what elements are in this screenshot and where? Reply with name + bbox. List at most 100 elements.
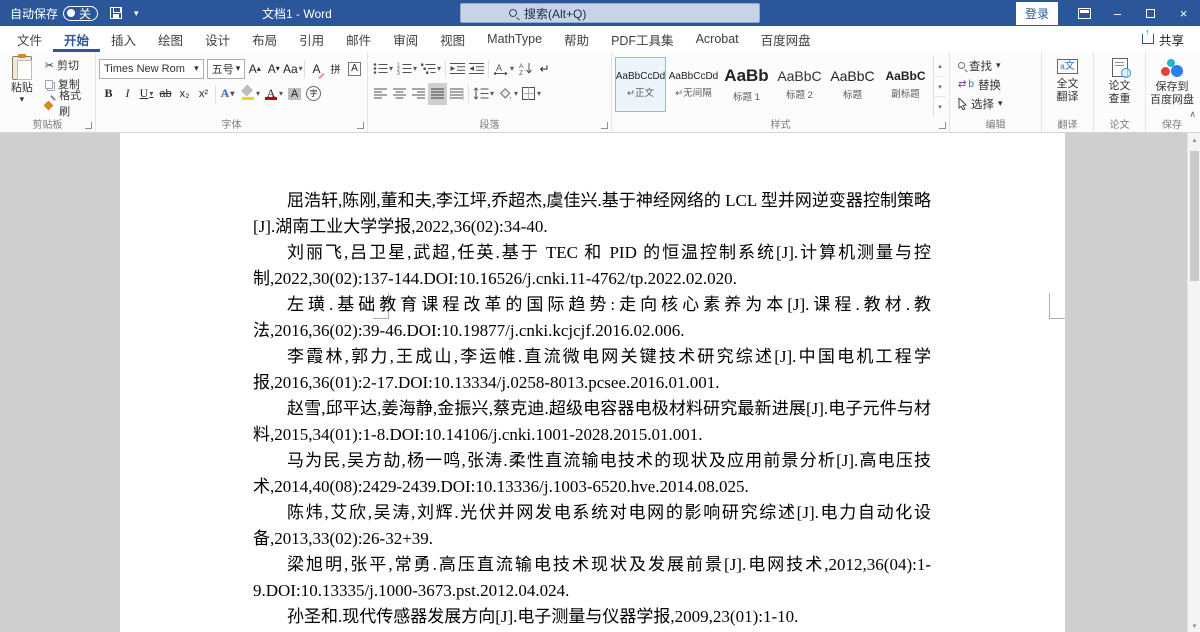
show-hide-marks-button[interactable]: ↵ bbox=[535, 58, 554, 80]
replace-button[interactable]: ⇄b 替换 bbox=[958, 75, 1038, 94]
format-painter-button[interactable]: 格式刷 bbox=[43, 94, 92, 112]
font-name-combobox[interactable]: Times New Rom ▾ bbox=[99, 59, 204, 79]
cut-button[interactable]: ✂ 剪切 bbox=[43, 56, 92, 74]
tab-insert[interactable]: 插入 bbox=[100, 26, 147, 52]
style-no-spacing[interactable]: AaBbCcDd ↵无间隔 bbox=[668, 57, 719, 112]
underline-button[interactable]: U▾ bbox=[137, 83, 156, 105]
vertical-scrollbar[interactable]: ▴ ▾ bbox=[1187, 133, 1200, 632]
subscript-button[interactable]: x₂ bbox=[175, 83, 194, 105]
paper-group-label: 论文 bbox=[1094, 116, 1145, 131]
bold-button[interactable]: B bbox=[99, 83, 118, 105]
sort-button[interactable]: AZ bbox=[516, 58, 535, 80]
style-heading2[interactable]: AaBbC 标题 2 bbox=[774, 57, 825, 112]
text-highlight-button[interactable]: ▾ bbox=[237, 83, 262, 105]
tab-references[interactable]: 引用 bbox=[288, 26, 335, 52]
restore-button[interactable] bbox=[1134, 0, 1167, 26]
style-normal[interactable]: AaBbCcDd ↵正文 bbox=[615, 57, 666, 112]
shrink-font-button[interactable]: A▾ bbox=[264, 58, 283, 80]
tab-acrobat[interactable]: Acrobat bbox=[685, 26, 750, 52]
styles-scroll-down-icon[interactable]: ▾ bbox=[934, 77, 946, 98]
numbering-button[interactable]: 123 ▾ bbox=[395, 58, 419, 80]
paragraph-dialog-launcher-icon[interactable] bbox=[601, 122, 608, 129]
increase-indent-button[interactable] bbox=[467, 58, 486, 80]
tab-mailings[interactable]: 邮件 bbox=[335, 26, 382, 52]
strikethrough-button[interactable]: ab bbox=[156, 83, 175, 105]
styles-scroll-up-icon[interactable]: ▴ bbox=[934, 56, 946, 77]
borders-button[interactable]: ▾ bbox=[520, 83, 543, 105]
clear-formatting-button[interactable]: A bbox=[307, 58, 326, 80]
distribute-button[interactable] bbox=[447, 83, 466, 105]
reference-paragraph[interactable]: 左璜.基础教育课程改革的国际趋势:走向核心素养为本[J].课程.教材.教法,20… bbox=[253, 292, 931, 344]
asian-layout-button[interactable]: A ▾ bbox=[491, 58, 516, 80]
align-right-button[interactable] bbox=[409, 83, 428, 105]
tab-home[interactable]: 开始 bbox=[53, 26, 100, 52]
full-text-translate-button[interactable]: a文 全文 翻译 bbox=[1057, 56, 1079, 117]
qat-customize-chevron-icon[interactable]: ▾ bbox=[134, 9, 139, 18]
enclose-characters-button[interactable]: 字 bbox=[304, 83, 323, 105]
text-effects-button[interactable]: A▾ bbox=[218, 83, 237, 105]
grow-font-button[interactable]: A▴ bbox=[245, 58, 264, 80]
collapse-ribbon-icon[interactable]: ∧ bbox=[1189, 109, 1196, 120]
reference-paragraph[interactable]: 李霞林,郭力,王成山,李运帷.直流微电网关键技术研究综述[J].中国电机工程学报… bbox=[253, 344, 931, 396]
save-to-netdisk-button[interactable]: 保存到 百度网盘 bbox=[1150, 56, 1194, 117]
reference-paragraph[interactable]: 陈炜,艾欣,吴涛,刘辉.光伏并网发电系统对电网的影响研究综述[J].电力自动化设… bbox=[253, 500, 931, 552]
bullets-button[interactable]: ▾ bbox=[371, 58, 395, 80]
document-text[interactable]: 屈浩轩,陈刚,董和夫,李江坪,乔超杰,虞佳兴.基于神经网络的 LCL 型并网逆变… bbox=[253, 188, 931, 630]
font-dialog-launcher-icon[interactable] bbox=[357, 122, 364, 129]
reference-paragraph[interactable]: 屈浩轩,陈刚,董和夫,李江坪,乔超杰,虞佳兴.基于神经网络的 LCL 型并网逆变… bbox=[253, 188, 931, 240]
find-button[interactable]: 查找 ▾ bbox=[958, 56, 1038, 75]
tab-design[interactable]: 设计 bbox=[194, 26, 241, 52]
multilevel-list-button[interactable]: ▾ bbox=[419, 58, 443, 80]
tab-file[interactable]: 文件 bbox=[6, 26, 53, 52]
reference-paragraph[interactable]: 梁旭明,张平,常勇.高压直流输电技术现状及发展前景[J].电网技术,2012,3… bbox=[253, 552, 931, 604]
line-spacing-button[interactable]: ▾ bbox=[471, 83, 496, 105]
scrollbar-thumb[interactable] bbox=[1190, 151, 1199, 281]
reference-paragraph[interactable]: 马为民,吴方劼,杨一鸣,张涛.柔性直流输电技术的现状及应用前景分析[J].高电压… bbox=[253, 448, 931, 500]
character-border-button[interactable]: A bbox=[345, 58, 364, 80]
tab-view[interactable]: 视图 bbox=[429, 26, 476, 52]
style-subtitle[interactable]: AaBbC 副标题 bbox=[880, 57, 931, 112]
search-input[interactable]: 搜索(Alt+Q) bbox=[460, 3, 760, 23]
autosave-toggle[interactable]: 关 bbox=[63, 6, 98, 21]
ribbon-display-options-icon[interactable] bbox=[1078, 8, 1091, 19]
tab-layout[interactable]: 布局 bbox=[241, 26, 288, 52]
styles-gallery-more-icon[interactable]: ▾ bbox=[934, 97, 946, 117]
phonetic-guide-button[interactable]: 拼 bbox=[326, 58, 345, 80]
scrollbar-down-icon[interactable]: ▾ bbox=[1188, 619, 1200, 632]
share-button[interactable]: 共享 bbox=[1142, 26, 1200, 52]
scrollbar-up-icon[interactable]: ▴ bbox=[1188, 133, 1200, 146]
close-button[interactable]: × bbox=[1167, 0, 1200, 26]
document-page[interactable]: 屈浩轩,陈刚,董和夫,李江坪,乔超杰,虞佳兴.基于神经网络的 LCL 型并网逆变… bbox=[120, 133, 1065, 632]
character-shading-button[interactable]: A bbox=[285, 83, 304, 105]
italic-button[interactable]: I bbox=[118, 83, 137, 105]
autosave-control[interactable]: 自动保存 关 bbox=[10, 5, 98, 22]
tab-mathtype[interactable]: MathType bbox=[476, 26, 553, 52]
tab-draw[interactable]: 绘图 bbox=[147, 26, 194, 52]
clipboard-dialog-launcher-icon[interactable] bbox=[85, 122, 92, 129]
signin-button[interactable]: 登录 bbox=[1016, 2, 1058, 25]
minimize-button[interactable]: – bbox=[1101, 0, 1134, 26]
reference-paragraph[interactable]: 刘丽飞,吕卫星,武超,任英.基于 TEC 和 PID 的恒温控制系统[J].计算… bbox=[253, 240, 931, 292]
justify-button[interactable] bbox=[428, 83, 447, 105]
paste-button[interactable]: 粘贴 ▾ bbox=[3, 56, 41, 117]
change-case-button[interactable]: Aa▾ bbox=[283, 58, 302, 80]
align-center-button[interactable] bbox=[390, 83, 409, 105]
tab-baidu-netdisk[interactable]: 百度网盘 bbox=[750, 26, 822, 52]
decrease-indent-button[interactable] bbox=[448, 58, 467, 80]
shading-button[interactable]: ▾ bbox=[496, 83, 520, 105]
tab-help[interactable]: 帮助 bbox=[553, 26, 600, 52]
reference-paragraph[interactable]: 赵雪,邱平达,姜海静,金振兴,蔡克迪.超级电容器电极材料研究最新进展[J].电子… bbox=[253, 396, 931, 448]
style-title[interactable]: AaBbC 标题 bbox=[827, 57, 878, 112]
reference-paragraph[interactable]: 孙圣和.现代传感器发展方向[J].电子测量与仪器学报,2009,23(01):1… bbox=[253, 604, 931, 630]
font-color-button[interactable]: A ▾ bbox=[262, 83, 285, 105]
save-icon[interactable] bbox=[110, 7, 122, 19]
styles-dialog-launcher-icon[interactable] bbox=[939, 122, 946, 129]
style-heading1[interactable]: AaBb 标题 1 bbox=[721, 57, 772, 112]
tab-pdf-tools[interactable]: PDF工具集 bbox=[600, 26, 685, 52]
font-size-combobox[interactable]: 五号 ▾ bbox=[207, 59, 246, 79]
select-button[interactable]: 选择 ▾ bbox=[958, 94, 1038, 113]
align-left-button[interactable] bbox=[371, 83, 390, 105]
paper-check-button[interactable]: 论文 查重 bbox=[1109, 56, 1131, 117]
tab-review[interactable]: 审阅 bbox=[382, 26, 429, 52]
superscript-button[interactable]: x² bbox=[194, 83, 213, 105]
